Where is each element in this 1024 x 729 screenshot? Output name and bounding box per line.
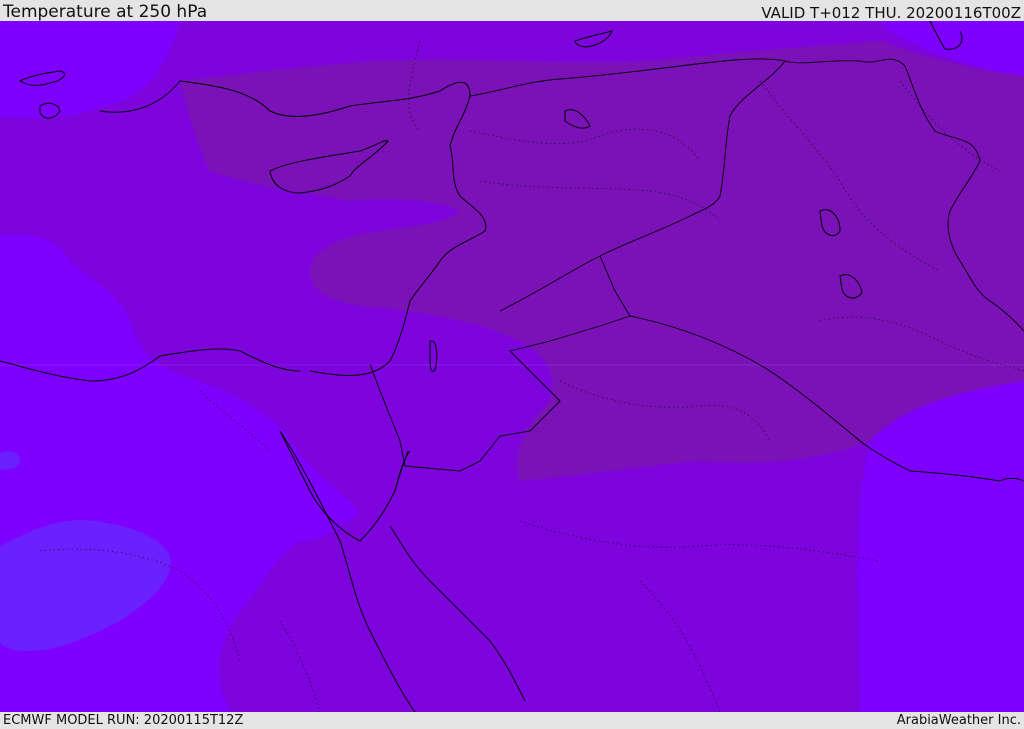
model-run: ECMWF MODEL RUN: 20200115T12Z xyxy=(3,713,244,728)
weather-map[interactable] xyxy=(0,21,1024,712)
map-canvas xyxy=(0,21,1024,712)
map-title: Temperature at 250 hPa xyxy=(3,2,208,22)
credit-label: ArabiaWeather Inc. xyxy=(896,713,1021,728)
valid-time: VALID T+012 THU. 20200116T00Z xyxy=(761,4,1021,22)
footer-bar: ECMWF MODEL RUN: 20200115T12Z ArabiaWeat… xyxy=(0,712,1024,729)
header-bar: Temperature at 250 hPa VALID T+012 THU. … xyxy=(0,0,1024,21)
field-coolest-band-east xyxy=(857,381,1024,712)
